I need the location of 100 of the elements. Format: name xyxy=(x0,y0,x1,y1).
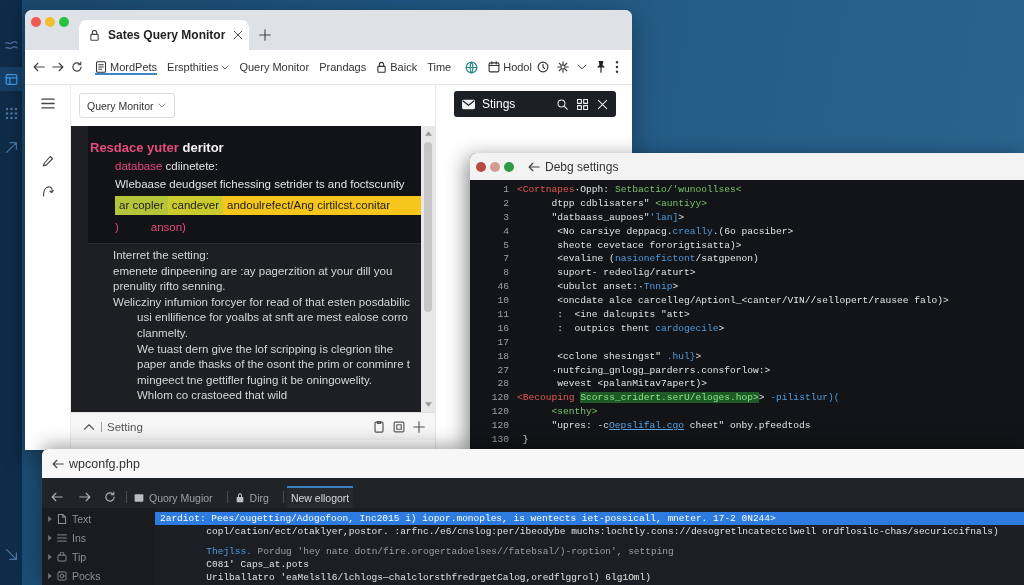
line-number: 16 xyxy=(496,321,509,336)
more-icon[interactable] xyxy=(615,61,619,73)
code-line: : outpics thent cardogecile> xyxy=(557,321,725,336)
bookmark-link[interactable]: Query Monitor xyxy=(239,59,310,75)
line-number: 17 xyxy=(496,335,509,350)
line-number: 5 xyxy=(502,238,509,253)
bookmark-link[interactable]: Baick xyxy=(376,59,418,75)
code-line: <ubulct anset:·Tnnip> xyxy=(557,280,679,295)
paragraph: Interret the setting: xyxy=(113,248,210,263)
paragraph: We tuast dern give the lof scripping is clegrion tihe xyxy=(136,341,395,357)
code-line: dtpp cdblisaters" <auntiyy> xyxy=(551,196,707,211)
line-number: 8 xyxy=(502,266,509,281)
bookmark-link[interactable]: Erspthities xyxy=(167,59,230,75)
pen-icon[interactable] xyxy=(41,155,54,167)
box-icon xyxy=(57,570,67,581)
code-line[interactable]: Urilballatro 'eaMelsll6/lchlogs—chalclorsthfredrgetCalog,oredflggrol) 6lg1Oml) xyxy=(206,571,651,584)
pin-icon[interactable] xyxy=(595,61,607,73)
close-button[interactable] xyxy=(476,161,486,172)
line-number: 1 xyxy=(502,183,509,197)
line-number: 11 xyxy=(496,308,509,322)
bookmark-link[interactable]: Time xyxy=(427,59,452,75)
bookmark-link[interactable]: MordPets xyxy=(95,59,158,75)
tree-item[interactable]: Ins xyxy=(42,528,155,547)
reload-icon[interactable] xyxy=(104,491,116,503)
line-number: 7 xyxy=(502,252,509,267)
arrow-icon xyxy=(4,140,18,154)
bookmark-link[interactable]: Hodol xyxy=(488,59,532,75)
code-line: suport- redeolig/raturt> xyxy=(557,266,696,281)
line-number: 120 xyxy=(490,405,509,420)
code-line: : <ine dalcupits "att> xyxy=(557,308,690,322)
line-number: 130 xyxy=(490,433,509,447)
frame-icon[interactable] xyxy=(393,420,405,433)
dock-button[interactable] xyxy=(0,67,22,91)
menu-icon[interactable] xyxy=(40,98,55,109)
code-line: Wlebaase deudgset fichessing setrider ts and foctscunity xyxy=(114,177,406,192)
scrollbar[interactable] xyxy=(421,126,435,412)
tree-item[interactable]: Tip xyxy=(42,547,155,566)
tree-item[interactable]: Text xyxy=(42,509,155,528)
settings-icon[interactable] xyxy=(557,61,569,73)
globe-icon xyxy=(465,60,479,74)
grid-icon[interactable] xyxy=(577,98,588,110)
footer-label: Setting xyxy=(107,420,143,433)
search-icon[interactable] xyxy=(557,98,568,110)
chevron-down-icon xyxy=(221,64,230,70)
tab[interactable]: Dirg xyxy=(230,486,273,508)
line-number: 120 xyxy=(490,419,509,434)
code-line: ·nutfcing_gnlogg_parderrs.consforlow:> xyxy=(551,363,771,378)
new-tab-icon[interactable] xyxy=(259,29,271,41)
window-title: wpconfg.php xyxy=(69,456,140,471)
code-line: <senthy> xyxy=(551,405,598,420)
page-icon xyxy=(134,493,144,503)
code-line: } xyxy=(522,433,529,447)
code-line[interactable]: copl/cation/ect/otaklyer,postor. :arfnc./e6/cnslog:per/ibeodybe muchs:lochtly.cons://desogretlncatectclwell ordflosilc-chas/securiccifnals) xyxy=(206,525,999,538)
code-line: ) anson) xyxy=(114,220,187,235)
close-button[interactable] xyxy=(31,17,41,27)
wave-icon xyxy=(4,38,18,52)
calendar-icon xyxy=(488,61,501,73)
highlighted-line: ar copler candever andoulrefect/Ang cirtilcst.conitar xyxy=(115,196,421,215)
reload-icon[interactable] xyxy=(71,61,83,73)
plus-icon[interactable] xyxy=(413,420,425,433)
clipboard-icon[interactable] xyxy=(373,420,385,433)
forward-icon[interactable] xyxy=(79,491,91,503)
back-icon[interactable] xyxy=(33,61,45,73)
line-number: 3 xyxy=(502,210,509,225)
window-title: Debg settings xyxy=(545,159,619,174)
scroll-thumb[interactable] xyxy=(424,142,432,312)
bookmark-link[interactable]: Prandags xyxy=(319,59,367,75)
code-line[interactable]: C081' Caps_at.pots xyxy=(206,558,309,571)
line-number: 120 xyxy=(490,391,509,406)
line-number: 28 xyxy=(496,377,509,392)
maximize-button[interactable] xyxy=(504,161,514,172)
code-line[interactable]: Thejlss. Pordug 'hey nate dotn/fire.orogertadoelses//fatebsal/)-roption', settping xyxy=(206,545,674,558)
code-line: sheote cevetace fororigtisatta)> xyxy=(557,238,742,253)
code-heading: Resdace yuter deritor xyxy=(90,139,225,157)
arc-icon[interactable] xyxy=(41,185,54,197)
tab[interactable]: Quory Mugior xyxy=(130,486,217,508)
tree-item[interactable]: Pocks xyxy=(42,566,155,585)
browser-tab[interactable]: Sates Query Monitor xyxy=(79,20,249,50)
line-number: 10 xyxy=(496,294,509,309)
clock-icon[interactable] xyxy=(537,61,549,73)
back-icon[interactable] xyxy=(528,160,540,173)
code-line: <No carsiye deppacg.creally.(6o pacsiber> xyxy=(557,224,794,239)
back-icon[interactable] xyxy=(52,457,64,470)
back-icon[interactable] xyxy=(51,491,63,503)
paragraph: usi enllifience for yoalbs at snft are mest ealose corro xyxy=(136,310,410,326)
paragraph: Welicziny infumion forcyer for read of that esten posdabilic xyxy=(113,294,411,310)
tab[interactable]: New ellogort xyxy=(286,486,354,508)
arrow-icon xyxy=(4,547,18,561)
paragraph: emenete dinpeening are :ay pagerzition at your dill you prenulity rifto senning. xyxy=(113,263,394,295)
grid-icon xyxy=(4,106,18,120)
close-icon[interactable] xyxy=(233,30,244,40)
code-line: database cdiinetete: xyxy=(114,159,219,174)
forward-icon[interactable] xyxy=(52,61,64,73)
code-line: <evaline (nasionefictont/satgpenon) xyxy=(557,252,759,267)
paragraph: clanmelty. xyxy=(136,325,189,341)
panel-title: Stings xyxy=(482,97,516,111)
paragraph: mingeect tne gettifler fuging it be oningowelity. xyxy=(136,372,374,388)
paragraph: paper ande thasks of the osont the prim or conminre t xyxy=(136,357,411,373)
chevron-down-icon[interactable] xyxy=(577,62,587,72)
dropdown[interactable]: Query Monitor xyxy=(79,93,175,118)
